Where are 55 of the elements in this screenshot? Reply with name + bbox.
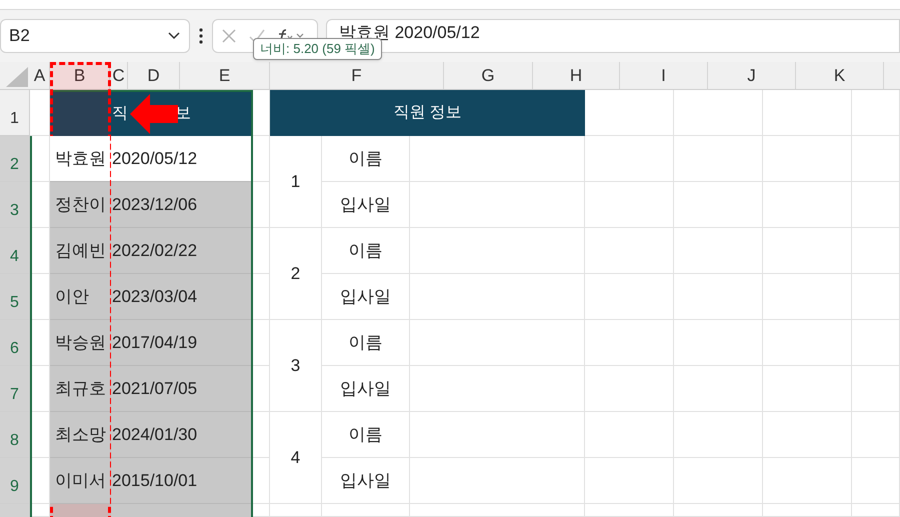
table-cell: 정찬이 bbox=[50, 182, 110, 228]
close-icon[interactable] bbox=[221, 28, 237, 44]
empty-cell bbox=[852, 412, 900, 458]
empty-cell bbox=[852, 504, 900, 517]
row-header[interactable]: 2 bbox=[0, 136, 30, 182]
table-cell: 최소망 bbox=[50, 412, 110, 458]
column-header[interactable]: A bbox=[30, 62, 50, 89]
table-cell: 2024/01/30 bbox=[110, 412, 253, 458]
table-cell: 2017/04/19 bbox=[110, 320, 253, 366]
table-cell: 박효원 bbox=[50, 136, 110, 182]
row-header[interactable]: 8 bbox=[0, 412, 30, 458]
row-header[interactable]: 3 bbox=[0, 182, 30, 228]
table-cell: 이미서 bbox=[50, 458, 110, 504]
row-header[interactable]: 1 bbox=[0, 90, 30, 136]
table-header: 직원 정보 bbox=[270, 90, 585, 136]
table-cell: 2015/10/01 bbox=[110, 458, 253, 504]
column-header[interactable]: C bbox=[110, 62, 128, 89]
more-options-icon[interactable] bbox=[198, 27, 204, 45]
column-header[interactable]: H bbox=[533, 62, 620, 89]
empty-cell bbox=[852, 228, 900, 274]
column-header[interactable]: K bbox=[796, 62, 884, 89]
table-cell: 2023/03/04 bbox=[110, 274, 253, 320]
table-cell: 2023/12/06 bbox=[110, 182, 253, 228]
chevron-down-icon bbox=[167, 31, 181, 41]
table-cell: 2021/07/05 bbox=[110, 366, 253, 412]
table-cell: 최규호 bbox=[50, 366, 110, 412]
row-header[interactable]: 6 bbox=[0, 320, 30, 366]
row-header[interactable]: 9 bbox=[0, 458, 30, 504]
empty-cell bbox=[852, 136, 900, 182]
empty-cell bbox=[852, 90, 900, 136]
empty-cell bbox=[852, 458, 900, 504]
empty-cell bbox=[852, 320, 900, 366]
header-text: 보 bbox=[175, 104, 191, 124]
tooltip: 너비: 5.20 (59 픽셀) bbox=[253, 38, 382, 60]
column-header[interactable]: B bbox=[50, 62, 110, 89]
row-header bbox=[0, 504, 30, 517]
header-text: 직 bbox=[112, 104, 128, 124]
column-header[interactable]: F bbox=[270, 62, 444, 89]
empty-cell bbox=[852, 366, 900, 412]
table-cell: 2022/02/22 bbox=[110, 228, 253, 274]
table-cell: 박승원 bbox=[50, 320, 110, 366]
column-header[interactable]: J bbox=[708, 62, 796, 89]
row-header[interactable]: 7 bbox=[0, 366, 30, 412]
column-header[interactable]: G bbox=[444, 62, 533, 89]
table-cell: 김예빈 bbox=[50, 228, 110, 274]
table-cell: 이안 bbox=[50, 274, 110, 320]
column-header[interactable]: E bbox=[180, 62, 270, 89]
empty-cell bbox=[852, 182, 900, 228]
arrow-drawing bbox=[128, 92, 180, 136]
row-header[interactable]: 4 bbox=[0, 228, 30, 274]
name-box[interactable]: B2 bbox=[0, 19, 190, 53]
column-header[interactable]: D bbox=[128, 62, 180, 89]
column-header[interactable]: I bbox=[620, 62, 708, 89]
empty-cell bbox=[852, 274, 900, 320]
row-header[interactable]: 5 bbox=[0, 274, 30, 320]
